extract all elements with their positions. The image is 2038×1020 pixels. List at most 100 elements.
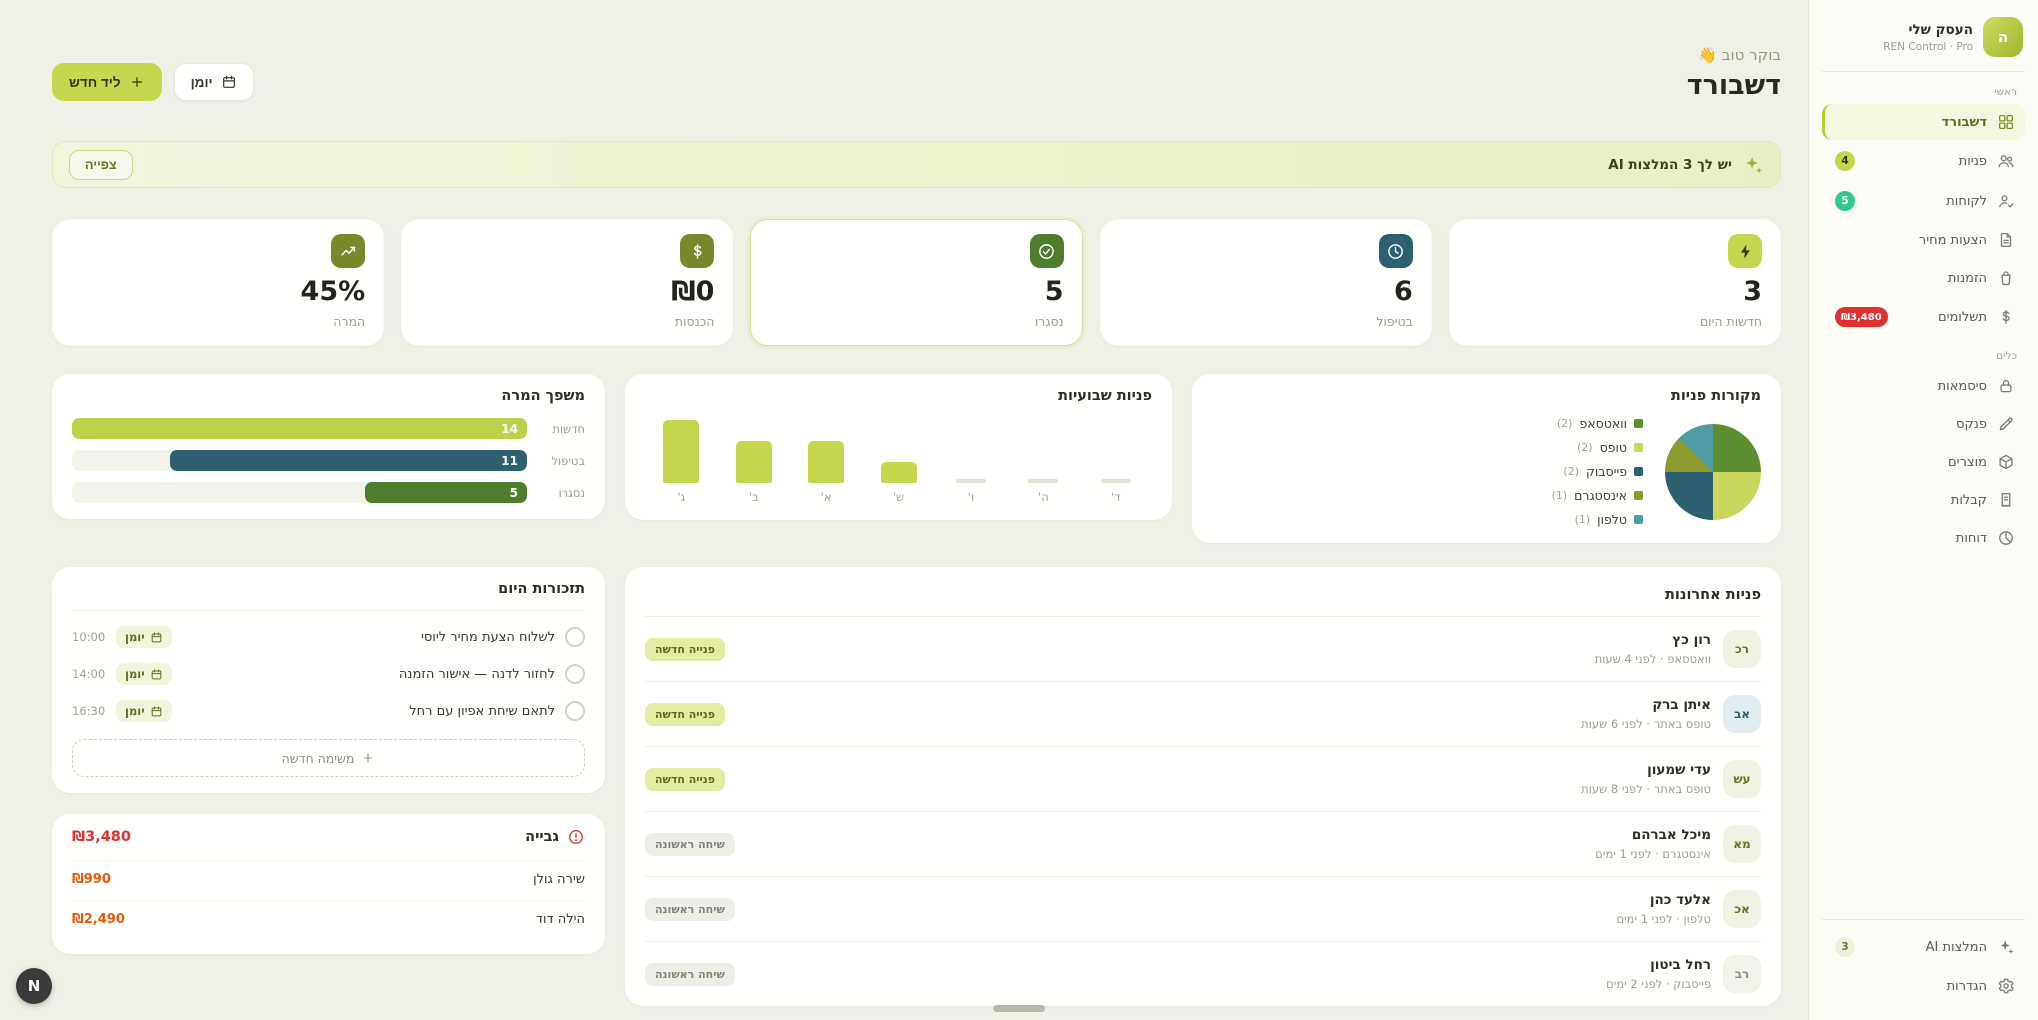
reminder-checkbox[interactable] xyxy=(565,627,585,647)
collection-title: גבייה xyxy=(525,829,559,845)
lead-sources-pie-chart xyxy=(1665,424,1761,520)
sidebar-item-receipt[interactable]: קבלות xyxy=(1822,482,2025,518)
new-lead-button[interactable]: ליד חדש xyxy=(52,63,162,101)
recent-leads-list: רכרון כץוואטסאפ · לפני 4 שעותפנייה חדשהא… xyxy=(645,616,1761,1006)
stat-value: 6 xyxy=(1119,277,1413,307)
funnel-card: משפך המרה חדשות14בטיפול11נסגרו5 xyxy=(52,374,605,519)
funnel-track: 11 xyxy=(72,450,527,471)
sidebar-item-user-check[interactable]: לקוחות5 xyxy=(1822,182,2025,220)
scrollbar-thumb[interactable] xyxy=(993,1005,1045,1012)
sidebar-item-label: המלצות AI xyxy=(1926,940,1987,955)
funnel-value: 5 xyxy=(501,486,527,500)
legend-count: (2) xyxy=(1577,441,1593,454)
lead-row[interactable]: מאמיכל אברהםאינסטגרם · לפני 1 ימיםשיחה ר… xyxy=(645,811,1761,876)
legend-swatch xyxy=(1634,443,1643,452)
sidebar-item-bag[interactable]: הזמנות xyxy=(1822,260,2025,296)
weekly-day-label: ש' xyxy=(893,490,904,504)
bolt-icon xyxy=(1736,242,1755,261)
collection-row[interactable]: שירה גולן₪990 xyxy=(72,860,585,898)
reminder-time: 14:00 xyxy=(72,667,106,681)
ai-view-button[interactable]: צפייה xyxy=(69,150,133,180)
calendar-chip[interactable]: יומן xyxy=(116,663,172,685)
legend-swatch xyxy=(1634,491,1643,500)
sidebar-item-lock[interactable]: סיסמאות xyxy=(1822,368,2025,404)
funnel-track: 14 xyxy=(72,418,527,439)
report-icon xyxy=(1997,529,2015,547)
lead-status-badge: פנייה חדשה xyxy=(645,768,725,791)
reminder-checkbox[interactable] xyxy=(565,664,585,684)
sidebar-item-report[interactable]: דוחות xyxy=(1822,520,2025,556)
sidebar-item-users[interactable]: פניות4 xyxy=(1822,142,2025,180)
lead-meta: וואטסאפ · לפני 4 שעות xyxy=(1595,652,1711,666)
lead-row[interactable]: אבאיתן ברקטופס באתר · לפני 6 שעותפנייה ח… xyxy=(645,681,1761,746)
sidebar-item-grid[interactable]: דשבורד xyxy=(1822,104,2025,140)
sidebar-item-document[interactable]: הצעות מחיר xyxy=(1822,222,2025,258)
funnel-bar: 5 xyxy=(365,482,528,503)
weekly-day-label: ג' xyxy=(677,490,685,504)
stat-label: הכנסות xyxy=(420,314,714,329)
clock-icon xyxy=(1386,242,1405,261)
dollar-icon xyxy=(1997,308,2015,326)
weekly-day-label: ו' xyxy=(968,490,974,504)
add-task-button[interactable]: משימה חדשה xyxy=(72,739,585,777)
funnel-value: 11 xyxy=(492,454,527,468)
sidebar-item-label: הגדרות xyxy=(1947,979,1987,994)
lock-icon xyxy=(1997,377,2015,395)
calendar-icon xyxy=(150,668,163,681)
receipt-icon xyxy=(1997,491,2015,509)
sidebar-item-box[interactable]: מוצרים xyxy=(1822,444,2025,480)
ai-banner-message: יש לך 3 המלצות AI xyxy=(1608,157,1732,173)
lead-name: אלעד כהן xyxy=(1616,892,1711,908)
funnel-bar: 14 xyxy=(72,418,527,439)
calendar-chip[interactable]: יומן xyxy=(116,700,172,722)
lead-row[interactable]: רברחל ביטוןפייסבוק · לפני 2 ימיםשיחה ראש… xyxy=(645,941,1761,1006)
grid-icon xyxy=(1997,113,2015,131)
collection-name: שירה גולן xyxy=(533,872,585,887)
sidebar-item-gear[interactable]: הגדרות xyxy=(1822,968,2025,1004)
weekly-bar-slot: ג' xyxy=(645,416,717,504)
legend-item: טופס(2) xyxy=(1552,440,1643,455)
stat-value: 45% xyxy=(71,277,365,307)
lead-avatar: רב xyxy=(1723,955,1761,993)
sidebar-item-dollar[interactable]: תשלומים₪3,480 xyxy=(1822,298,2025,336)
legend-label: טלפון xyxy=(1597,512,1627,527)
reminders-list: לשלוח הצעת מחיר ליוסייומן10:00לחזור לדנה… xyxy=(72,626,585,722)
sidebar-item-pencil[interactable]: פנקס xyxy=(1822,406,2025,442)
calendar-chip-label: יומן xyxy=(125,630,145,644)
calendar-chip[interactable]: יומן xyxy=(116,626,172,648)
legend-item: אינסטגרם(1) xyxy=(1552,488,1643,503)
workspace-switcher[interactable]: ה העסק שלי REN Control · Pro xyxy=(1822,13,2025,72)
sparkles-icon xyxy=(1997,938,2015,956)
sidebar-footer: המלצות AI3 הגדרות xyxy=(1822,919,2025,1006)
sidebar-item-label: לקוחות xyxy=(1946,194,1987,209)
calendar-button-label: יומן xyxy=(191,75,213,90)
lead-name: רחל ביטון xyxy=(1606,957,1711,973)
main-content: בוקר טוב 👋 דשבורד יומן ליד חדש יש לך 3 ה… xyxy=(0,0,1808,1020)
funnel-track: 5 xyxy=(72,482,527,503)
sidebar-item-sparkles[interactable]: המלצות AI3 xyxy=(1822,928,2025,966)
reminder-time: 16:30 xyxy=(72,704,106,718)
sidebar-item-label: מוצרים xyxy=(1948,455,1987,470)
sidebar-item-label: קבלות xyxy=(1951,493,1987,508)
sidebar-item-label: דוחות xyxy=(1956,531,1987,546)
lead-row[interactable]: עשעדי שמעוןטופס באתר · לפני 8 שעותפנייה … xyxy=(645,746,1761,811)
collection-row[interactable]: הילה דוד₪2,490 xyxy=(72,900,585,938)
lead-row[interactable]: רכרון כץוואטסאפ · לפני 4 שעותפנייה חדשה xyxy=(645,616,1761,681)
sidebar-item-label: פנקס xyxy=(1956,417,1987,432)
workspace-avatar: ה xyxy=(1983,17,2023,57)
business-name: העסק שלי xyxy=(1883,22,1973,38)
collection-list: שירה גולן₪990הילה דוד₪2,490 xyxy=(72,860,585,938)
lead-row[interactable]: אכאלעד כהןטלפון · לפני 1 ימיםשיחה ראשונה xyxy=(645,876,1761,941)
funnel-stage-label: בטיפול xyxy=(537,454,585,468)
dev-tools-badge[interactable]: N xyxy=(16,968,52,1004)
stat-label: בטיפול xyxy=(1119,314,1413,329)
lead-status-badge: פנייה חדשה xyxy=(645,703,725,726)
legend-label: וואטסאפ xyxy=(1579,416,1627,431)
reminder-checkbox[interactable] xyxy=(565,701,585,721)
stat-card: 3חדשות היום xyxy=(1449,219,1781,346)
bag-icon xyxy=(1997,269,2015,287)
reminder-text: לחזור לדנה — אישור הזמנה xyxy=(182,667,555,682)
calendar-button[interactable]: יומן xyxy=(174,63,254,101)
weekly-day-label: ה' xyxy=(1038,490,1049,504)
sidebar-item-label: סיסמאות xyxy=(1938,379,1987,394)
